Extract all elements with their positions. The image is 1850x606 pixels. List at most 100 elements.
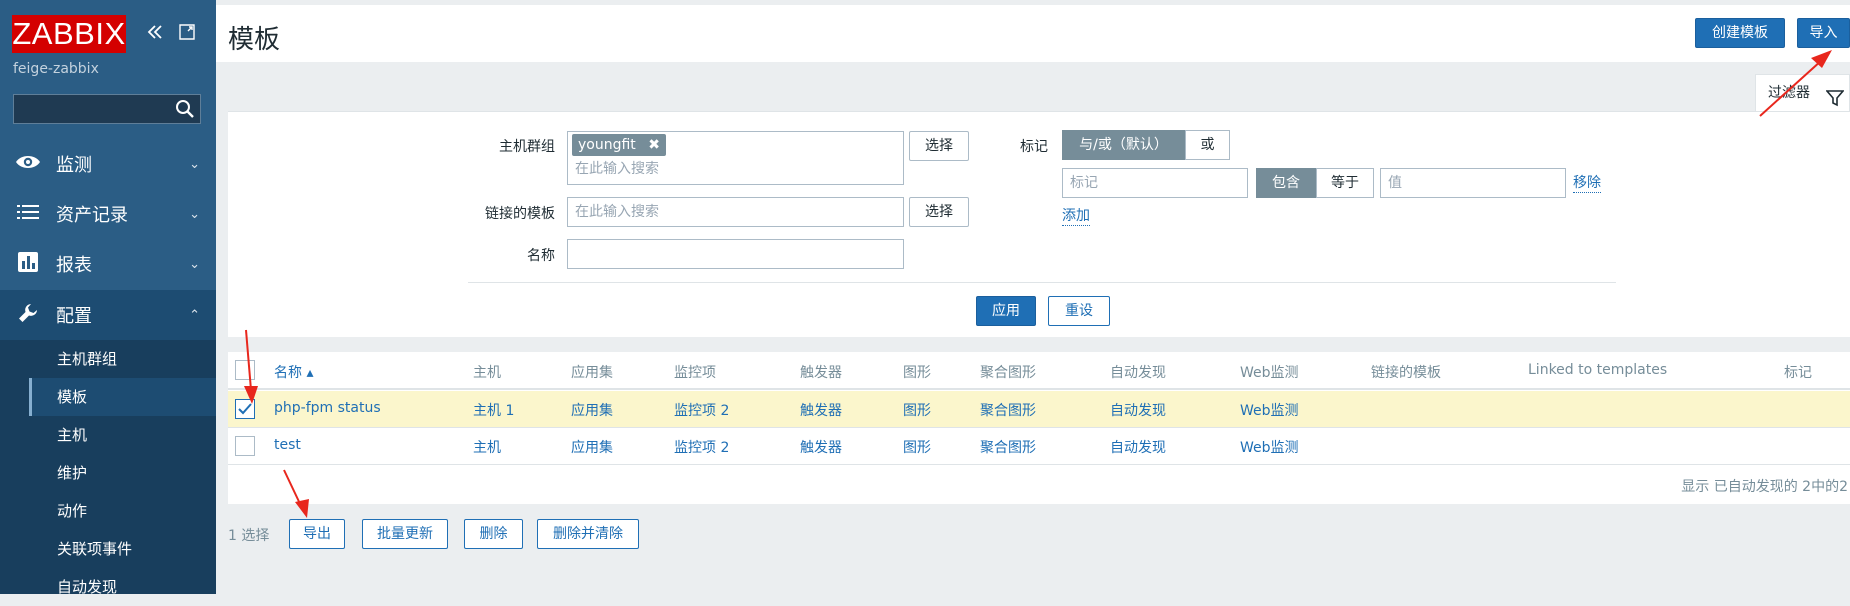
sidebar: ZABBIX feige-zabbix 监测 ⌄ 资产记录 ⌄ 报表 ⌄ 配置 (0, 0, 216, 596)
graphs-link[interactable]: 图形 (903, 400, 931, 420)
triggers-link[interactable]: 触发器 (800, 400, 842, 420)
configuration-submenu: 主机群组 模板 主机 维护 动作 关联项事件 自动发现 (0, 340, 216, 596)
menu-reports[interactable]: 报表 ⌄ (0, 239, 216, 289)
page-title: 模板 (228, 25, 281, 55)
import-button[interactable]: 导入 (1797, 18, 1850, 48)
col-web: Web监测 (1240, 365, 1299, 381)
chevron-down-icon: ⌄ (189, 256, 200, 272)
host-group-chip-label: youngfit (578, 137, 636, 153)
col-triggers: 触发器 (800, 365, 842, 381)
menu-configuration-label: 配置 (56, 306, 92, 327)
menu-inventory-label: 资产记录 (56, 205, 128, 226)
web-link[interactable]: Web监测 (1240, 437, 1299, 457)
col-name[interactable]: 名称 ▴ (274, 362, 313, 382)
host-group-search-placeholder: 在此输入搜索 (575, 161, 659, 177)
chevron-up-icon: ⌃ (189, 307, 200, 323)
table-row: php-fpm status 主机 1 应用集 监控项 2 触发器 图形 聚合图… (228, 391, 1850, 428)
reset-button[interactable]: 重设 (1048, 296, 1110, 326)
selected-count: 1 选择 (228, 528, 270, 544)
template-name-link[interactable]: test (274, 437, 301, 453)
submenu-event-correlation[interactable]: 关联项事件 (29, 530, 216, 568)
delete-button[interactable]: 删除 (464, 519, 523, 549)
contains-option[interactable]: 包含 (1256, 168, 1316, 198)
table-header: 名称 ▴ 主机 应用集 监控项 触发器 图形 聚合图形 自动发现 Web监测 链… (228, 352, 1850, 390)
discovery-link[interactable]: 自动发现 (1110, 400, 1166, 420)
screens-link[interactable]: 聚合图形 (980, 400, 1036, 420)
col-linked-templates: 链接的模板 (1371, 365, 1441, 381)
create-template-button[interactable]: 创建模板 (1695, 18, 1785, 48)
tag-name-input[interactable]: 标记 (1062, 168, 1248, 198)
screens-link[interactable]: 聚合图形 (980, 437, 1036, 457)
collapse-sidebar-icon[interactable] (144, 22, 166, 44)
web-link[interactable]: Web监测 (1240, 400, 1299, 420)
row-checkbox[interactable] (235, 436, 255, 456)
or-option[interactable]: 或 (1185, 130, 1230, 160)
templates-table: 名称 ▴ 主机 应用集 监控项 触发器 图形 聚合图形 自动发现 Web监测 链… (228, 352, 1850, 504)
menu-inventory[interactable]: 资产记录 ⌄ (0, 189, 216, 239)
apply-button[interactable]: 应用 (976, 296, 1036, 326)
hosts-link[interactable]: 主机 (473, 437, 501, 457)
page-header: 模板 (216, 0, 1850, 62)
hosts-link[interactable]: 主机 1 (473, 400, 514, 420)
tag-label: 标记 (1020, 139, 1048, 155)
col-items: 监控项 (674, 365, 716, 381)
host-group-chip: youngfit ✖ (572, 134, 666, 156)
items-link[interactable]: 监控项 2 (674, 400, 729, 420)
submenu-hosts[interactable]: 主机 (29, 416, 216, 454)
tag-value-input[interactable]: 值 (1380, 168, 1566, 198)
discovery-link[interactable]: 自动发现 (1110, 437, 1166, 457)
submenu-templates[interactable]: 模板 (29, 378, 216, 416)
equals-option[interactable]: 等于 (1316, 168, 1374, 198)
applications-link[interactable]: 应用集 (571, 437, 613, 457)
col-hosts: 主机 (473, 365, 501, 381)
col-linked-to-templates: Linked to templates (1528, 362, 1668, 378)
submenu-actions[interactable]: 动作 (29, 492, 216, 530)
linked-template-select-button[interactable]: 选择 (909, 197, 969, 227)
export-button[interactable]: 导出 (289, 519, 345, 549)
add-tag-link[interactable]: 添加 (1062, 207, 1090, 226)
items-link[interactable]: 监控项 2 (674, 437, 729, 457)
row-checkbox[interactable] (235, 399, 255, 419)
zabbix-logo[interactable]: ZABBIX (12, 15, 126, 53)
search-icon[interactable] (174, 98, 196, 120)
applications-link[interactable]: 应用集 (571, 400, 613, 420)
eye-icon (14, 152, 42, 176)
col-applications: 应用集 (571, 365, 613, 381)
name-input[interactable] (567, 239, 904, 269)
col-screens: 聚合图形 (980, 365, 1036, 381)
sidebar-search-input[interactable] (13, 94, 201, 124)
linked-template-input[interactable]: 在此输入搜索 (567, 197, 904, 227)
delete-and-clear-button[interactable]: 删除并清除 (537, 519, 639, 549)
linked-template-label: 链接的模板 (485, 206, 555, 222)
remove-tag-link[interactable]: 移除 (1573, 174, 1601, 193)
filter-divider (468, 282, 1616, 283)
kiosk-mode-icon[interactable] (176, 22, 198, 44)
col-discovery: 自动发现 (1110, 365, 1166, 381)
wrench-icon (14, 302, 42, 329)
triggers-link[interactable]: 触发器 (800, 437, 842, 457)
list-icon (14, 202, 42, 226)
menu-monitoring[interactable]: 监测 ⌄ (0, 139, 216, 189)
col-graphs: 图形 (903, 365, 931, 381)
menu-reports-label: 报表 (56, 255, 92, 276)
menu-monitoring-label: 监测 (56, 155, 92, 176)
chevron-down-icon: ⌄ (189, 206, 200, 222)
select-all-checkbox[interactable] (235, 360, 255, 380)
graphs-link[interactable]: 图形 (903, 437, 931, 457)
submenu-discovery[interactable]: 自动发现 (29, 568, 216, 606)
chevron-down-icon: ⌄ (189, 156, 200, 172)
submenu-host-groups[interactable]: 主机群组 (29, 340, 216, 378)
filter-tab-label: 过滤器 (1768, 85, 1810, 101)
submenu-maintenance[interactable]: 维护 (29, 454, 216, 492)
remove-chip-icon[interactable]: ✖ (648, 137, 660, 153)
table-stats: 显示 已自动发现的 2中的2 (1681, 479, 1848, 495)
table-row: test 主机 应用集 监控项 2 触发器 图形 聚合图形 自动发现 Web监测 (228, 428, 1850, 465)
mass-update-button[interactable]: 批量更新 (362, 519, 448, 549)
host-group-select-button[interactable]: 选择 (909, 131, 969, 161)
and-or-default-option[interactable]: 与/或（默认） (1062, 130, 1185, 160)
checkmark-icon (238, 403, 252, 415)
filter-tab[interactable]: 过滤器 (1755, 74, 1850, 112)
host-group-label: 主机群组 (499, 139, 555, 155)
template-name-link[interactable]: php-fpm status (274, 400, 381, 416)
menu-configuration[interactable]: 配置 ⌃ (0, 290, 216, 340)
